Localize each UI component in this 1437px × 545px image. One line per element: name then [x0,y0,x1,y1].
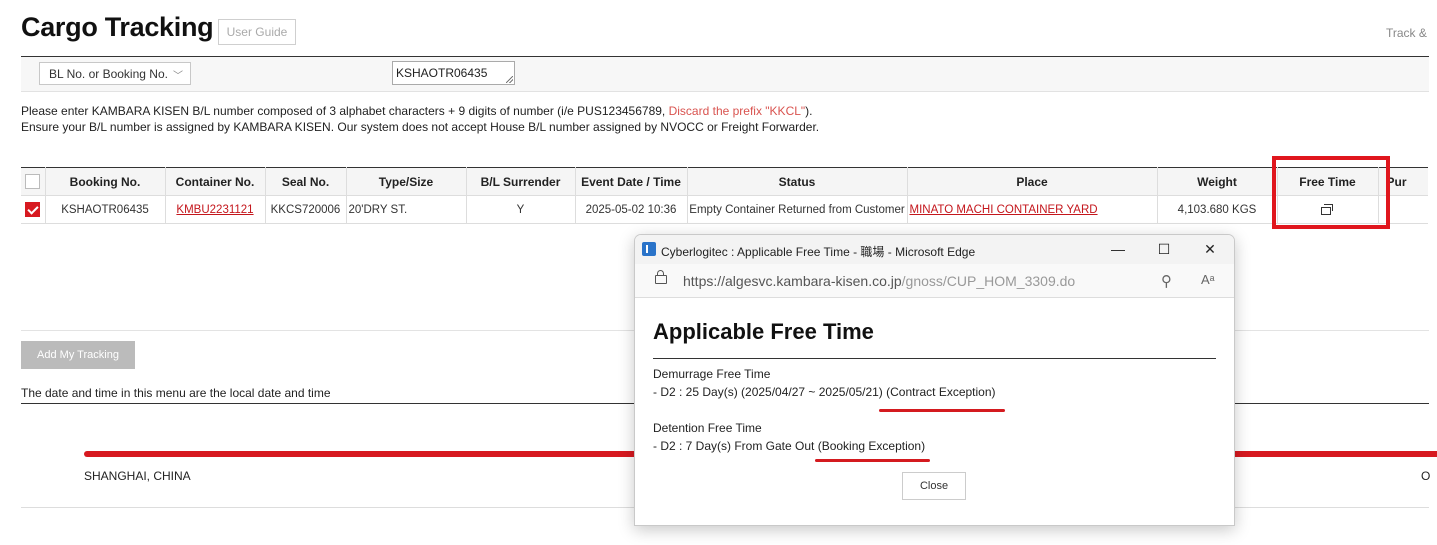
timezone-note: The date and time in this menu are the l… [21,386,331,400]
col-place: Place [907,167,1158,196]
page-title: Cargo Tracking [21,12,214,42]
col-seal-no: Seal No. [265,167,347,196]
col-type-size: Type/Size [346,167,467,196]
cell-event-datetime: 2025-05-02 10:36 [575,195,688,224]
select-all-checkbox[interactable] [25,174,41,190]
search-input[interactable]: KSHAOTR06435 [392,61,515,85]
notice-text: Please enter KAMBARA KISEN B/L number co… [21,104,669,118]
booking-exception-underline [815,459,930,462]
track-link[interactable]: Track & [1386,26,1427,40]
add-my-tracking-button[interactable]: Add My Tracking [21,341,135,369]
notice-prefix-warning: Discard the prefix "KKCL" [668,104,806,118]
detention-label: Detention Free Time [653,421,762,435]
row-checkbox[interactable] [25,202,41,217]
user-guide-button[interactable]: User Guide [218,19,296,45]
demurrage-label: Demurrage Free Time [653,367,771,381]
cell-bl-surrender: Y [466,195,576,224]
col-container-no: Container No. [165,167,266,196]
route-origin: SHANGHAI, CHINA [84,469,191,483]
popup-heading: Applicable Free Time [653,319,874,344]
search-bar [21,57,1429,92]
free-time-popup-window: Cyberlogitec : Applicable Free Time - 職場… [634,234,1235,526]
col-event-datetime: Event Date / Time [575,167,688,196]
cell-status: Empty Container Returned from Customer [687,195,908,224]
popup-window-title: Cyberlogitec : Applicable Free Time - 職場… [661,245,976,259]
col-weight: Weight [1157,167,1278,196]
search-type-select[interactable]: BL No. or Booking No. ﹀ [39,62,191,85]
notice-text: ). [805,104,813,118]
minimize-icon[interactable]: — [1107,239,1129,259]
cell-container-no[interactable]: KMBU2231121 [165,195,266,224]
search-type-value: BL No. or Booking No. [49,66,168,81]
zoom-icon[interactable]: ⚲ [1161,272,1172,290]
maximize-icon[interactable]: ☐ [1153,239,1175,259]
container-no-link[interactable]: KMBU2231121 [176,204,253,216]
lock-icon[interactable] [655,270,667,284]
popup-url[interactable]: https://algesvc.kambara-kisen.co.jp/gnos… [683,273,1075,289]
read-aloud-icon[interactable]: Aᵃ [1201,272,1215,287]
cell-weight: 4,103.680 KGS [1157,195,1278,224]
tracking-table: Booking No. Container No. Seal No. Type/… [21,167,1428,224]
table-row: KSHAOTR06435 KMBU2231121 KKCS720006 20'D… [21,195,1428,224]
demurrage-value: - D2 : 25 Day(s) (2025/04/27 ~ 2025/05/2… [653,385,996,399]
popup-titlebar[interactable]: Cyberlogitec : Applicable Free Time - 職場… [635,235,1234,264]
contract-exception-underline [879,409,1005,412]
cell-seal-no: KKCS720006 [265,195,347,224]
cell-type-size: 20'DRY ST. [346,195,467,224]
cell-booking-no: KSHAOTR06435 [45,195,166,224]
free-time-highlight [1272,156,1390,229]
col-status: Status [687,167,908,196]
close-icon[interactable]: ✕ [1199,239,1221,259]
col-bl-surrender: B/L Surrender [466,167,576,196]
url-host: https://algesvc.kambara-kisen.co.jp [683,273,902,289]
bl-notice: Please enter KAMBARA KISEN B/L number co… [21,103,819,135]
cell-place[interactable]: MINATO MACHI CONTAINER YARD [907,195,1158,224]
table-header-row: Booking No. Container No. Seal No. Type/… [21,167,1428,196]
row-select-cell[interactable] [21,195,46,224]
select-all-cell[interactable] [21,167,46,196]
col-booking-no: Booking No. [45,167,166,196]
resize-handle-icon [506,76,513,83]
popup-heading-divider [653,358,1216,359]
chevron-down-icon: ﹀ [173,71,183,82]
url-path: /gnoss/CUP_HOM_3309.do [901,273,1076,289]
route-destination: O [1421,469,1431,483]
notice-line-2: Ensure your B/L number is assigned by KA… [21,120,820,134]
detention-value: - D2 : 7 Day(s) From Gate Out (Booking E… [653,439,926,453]
popup-close-button[interactable]: Close [902,472,966,500]
site-favicon-icon [642,242,656,256]
place-link[interactable]: MINATO MACHI CONTAINER YARD [910,204,1098,216]
